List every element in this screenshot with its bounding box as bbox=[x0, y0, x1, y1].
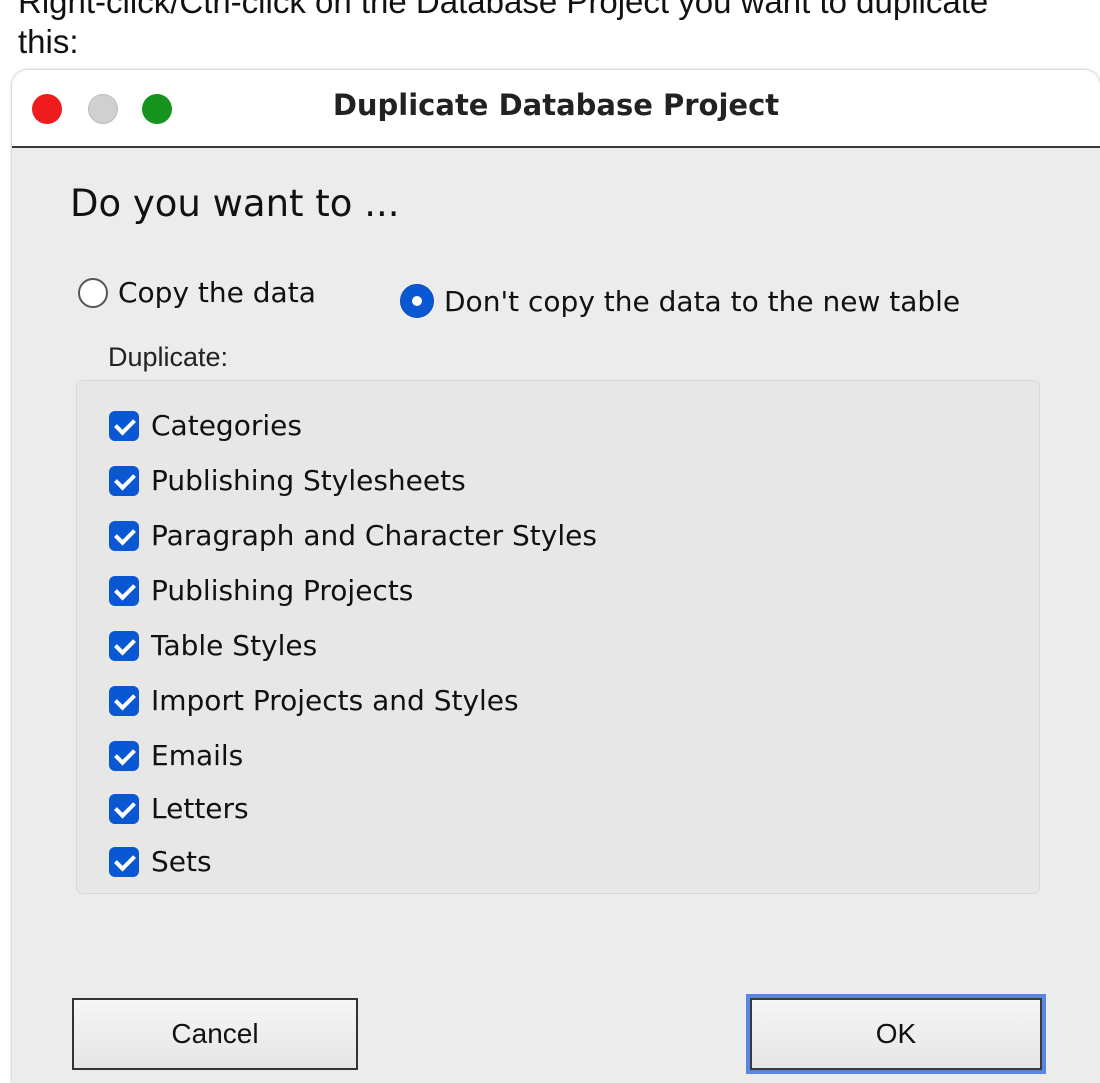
checkbox-label: Table Styles bbox=[151, 629, 318, 662]
checkbox-checked-icon[interactable] bbox=[109, 520, 139, 551]
checkbox-categories[interactable]: Categories bbox=[109, 409, 302, 442]
checkbox-label: Categories bbox=[151, 409, 302, 442]
caption-line-1: Right-click/Ctrl-click on the Database P… bbox=[18, 0, 989, 20]
checkbox-label: Import Projects and Styles bbox=[151, 684, 519, 717]
radio-label-dont-copy-data: Don't copy the data to the new table bbox=[444, 284, 961, 318]
radio-label-copy-data: Copy the data bbox=[118, 276, 316, 309]
checkbox-label: Emails bbox=[151, 739, 244, 772]
instruction-caption: Right-click/Ctrl-click on the Database P… bbox=[18, 0, 1100, 62]
checkbox-checked-icon[interactable] bbox=[109, 740, 139, 771]
checkbox-table-styles[interactable]: Table Styles bbox=[109, 629, 317, 662]
checkbox-checked-icon[interactable] bbox=[109, 465, 139, 496]
ok-button[interactable]: OK bbox=[750, 998, 1042, 1070]
checkbox-emails[interactable]: Emails bbox=[109, 739, 243, 772]
duplicate-group-label: Duplicate: bbox=[108, 342, 229, 372]
window-title: Duplicate Database Project bbox=[332, 88, 780, 122]
checkbox-checked-icon[interactable] bbox=[109, 846, 139, 877]
checkbox-label: Publishing Stylesheets bbox=[151, 464, 466, 497]
checkbox-checked-icon[interactable] bbox=[109, 575, 139, 606]
checkbox-publishing-stylesheets[interactable]: Publishing Stylesheets bbox=[109, 464, 466, 497]
checkbox-checked-icon[interactable] bbox=[109, 630, 139, 661]
checkbox-paragraph-character-styles[interactable]: Paragraph and Character Styles bbox=[109, 519, 597, 552]
checkbox-checked-icon[interactable] bbox=[109, 685, 139, 716]
checkbox-letters[interactable]: Letters bbox=[109, 792, 249, 825]
radio-unselected-icon[interactable] bbox=[78, 277, 108, 308]
checkbox-label: Sets bbox=[151, 845, 212, 878]
radio-selected-icon[interactable] bbox=[400, 284, 434, 318]
radio-copy-data[interactable]: Copy the data bbox=[78, 276, 316, 309]
duplicate-options-group: Categories Publishing Stylesheets Paragr… bbox=[76, 380, 1040, 894]
caption-line-2: this: bbox=[18, 23, 79, 60]
checkbox-publishing-projects[interactable]: Publishing Projects bbox=[109, 574, 413, 607]
radio-dont-copy-data[interactable]: Don't copy the data to the new table bbox=[400, 284, 960, 318]
dialog-question: Do you want to ... bbox=[70, 182, 400, 225]
checkbox-checked-icon[interactable] bbox=[109, 793, 139, 824]
checkbox-label: Publishing Projects bbox=[151, 574, 414, 607]
dialog-window: Duplicate Database Project Do you want t… bbox=[12, 70, 1100, 1083]
checkbox-sets[interactable]: Sets bbox=[109, 845, 212, 878]
checkbox-import-projects-styles[interactable]: Import Projects and Styles bbox=[109, 684, 519, 717]
checkbox-label: Paragraph and Character Styles bbox=[151, 519, 597, 552]
title-bar: Duplicate Database Project bbox=[12, 70, 1100, 148]
cancel-button[interactable]: Cancel bbox=[72, 998, 358, 1070]
checkbox-label: Letters bbox=[151, 792, 249, 825]
checkbox-checked-icon[interactable] bbox=[109, 410, 139, 441]
